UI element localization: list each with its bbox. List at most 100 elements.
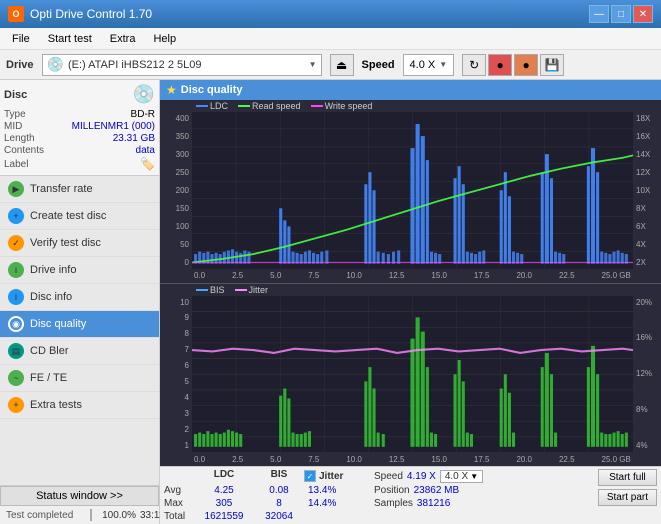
bis-avg: 0.08: [254, 485, 304, 496]
disc-button1[interactable]: ●: [488, 54, 512, 76]
nav-icon-disc-info: i: [8, 289, 24, 305]
progress-percentage: 100.0%: [96, 510, 136, 521]
total-label: Total: [164, 511, 194, 522]
speed-select[interactable]: 4.0 X ▼: [403, 54, 455, 76]
speed-stat-val: 4.19 X: [407, 471, 436, 482]
nav-create-test-disc[interactable]: + Create test disc: [0, 203, 159, 230]
legend-bis: BIS: [196, 285, 225, 295]
menu-bar: File Start test Extra Help: [0, 28, 661, 50]
nav-extra-tests[interactable]: + Extra tests: [0, 392, 159, 419]
status-text: Test completed: [6, 510, 86, 521]
chart-header-icon: ★: [166, 83, 177, 97]
speed-setting-select[interactable]: 4.0 X ▼: [440, 470, 483, 483]
speed-setting-val: 4.0 X: [445, 471, 468, 482]
status-window-button[interactable]: Status window >>: [0, 486, 159, 506]
maximize-button[interactable]: □: [611, 5, 631, 23]
menu-start-test[interactable]: Start test: [40, 31, 100, 47]
disc-button2[interactable]: ●: [514, 54, 538, 76]
nav-disc-info[interactable]: i Disc info: [0, 284, 159, 311]
drive-select[interactable]: 💿 (E:) ATAPI iHBS212 2 5L09 ▼: [42, 54, 322, 76]
stats-ldc-col: LDC 4.25 305 1621559: [194, 469, 254, 522]
nav-icon-transfer-rate: ▶: [8, 181, 24, 197]
ldc-total: 1621559: [194, 511, 254, 522]
minimize-button[interactable]: —: [589, 5, 609, 23]
disc-mid-label: MID: [4, 121, 59, 132]
bis-total: 32064: [254, 511, 304, 522]
drive-select-text: (E:) ATAPI iHBS212 2 5L09: [68, 59, 305, 71]
bottom-chart-canvas: [192, 296, 633, 453]
nav-label-disc-quality: Disc quality: [30, 318, 86, 330]
menu-file[interactable]: File: [4, 31, 38, 47]
refresh-button[interactable]: ↻: [462, 54, 486, 76]
bottom-chart-with-axes: 10 9 8 7 6 5 4 3 2 1: [160, 296, 661, 453]
nav-icon-verify-test-disc: ✓: [8, 235, 24, 251]
disc-type-label: Type: [4, 109, 59, 120]
disc-label-label: Label: [4, 159, 59, 170]
nav-drive-info[interactable]: i Drive info: [0, 257, 159, 284]
bottom-chart-section: BIS Jitter 10 9 8 7 6 5 4: [160, 284, 661, 467]
nav-label-cd-bler: CD Bler: [30, 345, 69, 357]
disc-contents-value: data: [136, 145, 155, 156]
top-chart-section: LDC Read speed Write speed 400 350 30: [160, 100, 661, 284]
nav-icon-create-test-disc: +: [8, 208, 24, 224]
jitter-max: 14.4%: [304, 498, 374, 509]
nav-label-create-test-disc: Create test disc: [30, 210, 106, 222]
disc-panel: Disc 💿 Type BD-R MID MILLENMR1 (000) Len…: [0, 80, 159, 176]
chart-header: ★ Disc quality: [160, 80, 661, 100]
nav-disc-quality[interactable]: ◉ Disc quality: [0, 311, 159, 338]
bis-max: 8: [254, 498, 304, 509]
nav-fe-te[interactable]: ~ FE / TE: [0, 365, 159, 392]
title-bar-left: O Opti Drive Control 1.70: [8, 6, 152, 22]
nav-icon-drive-info: i: [8, 262, 24, 278]
speed-stat-label: Speed: [374, 471, 403, 482]
app-title: Opti Drive Control 1.70: [30, 7, 152, 21]
sidebar: Disc 💿 Type BD-R MID MILLENMR1 (000) Len…: [0, 80, 160, 524]
menu-help[interactable]: Help: [145, 31, 184, 47]
jitter-header: Jitter: [319, 471, 343, 482]
disc-length-row: Length 23.31 GB: [4, 133, 155, 144]
bottom-chart-x-axis: 0.0 2.5 5.0 7.5 10.0 12.5 15.0 17.5 20.0…: [160, 452, 661, 466]
disc-header: Disc 💿: [4, 84, 155, 105]
stats-bis-col: BIS 0.08 8 32064: [254, 469, 304, 522]
close-button[interactable]: ✕: [633, 5, 653, 23]
jitter-avg: 13.4%: [304, 485, 374, 496]
nav-transfer-rate[interactable]: ▶ Transfer rate: [0, 176, 159, 203]
speed-label: Speed: [362, 59, 395, 71]
legend-bis-label: BIS: [210, 285, 225, 295]
top-chart-y-axis-left: 400 350 300 250 200 150 100 50 0: [160, 112, 192, 269]
disc-icon: 💿: [133, 84, 155, 105]
legend-jitter: Jitter: [235, 285, 269, 295]
disc-length-label: Length: [4, 133, 59, 144]
stats-labels-col: Avg Max Total: [164, 469, 194, 522]
nav-section: ▶ Transfer rate + Create test disc ✓ Ver…: [0, 176, 159, 485]
legend-write-speed: Write speed: [311, 101, 373, 111]
menu-extra[interactable]: Extra: [102, 31, 144, 47]
nav-verify-test-disc[interactable]: ✓ Verify test disc: [0, 230, 159, 257]
main-content: Disc 💿 Type BD-R MID MILLENMR1 (000) Len…: [0, 80, 661, 524]
stats-jitter-col: ✓ Jitter 13.4% 14.4%: [304, 469, 374, 511]
samples-label: Samples: [374, 498, 413, 509]
nav-icon-disc-quality: ◉: [8, 316, 24, 332]
nav-label-transfer-rate: Transfer rate: [30, 183, 93, 195]
bottom-chart-legend: BIS Jitter: [160, 284, 661, 296]
top-chart-legend: LDC Read speed Write speed: [160, 100, 661, 112]
disc-length-value: 23.31 GB: [113, 133, 155, 144]
jitter-checkbox[interactable]: ✓: [304, 470, 316, 482]
eject-button[interactable]: ⏏: [330, 54, 354, 76]
progress-area: Test completed 100.0% 33:11: [0, 506, 159, 524]
start-full-button[interactable]: Start full: [598, 469, 657, 486]
window-controls: — □ ✕: [589, 5, 653, 23]
nav-icon-extra-tests: +: [8, 397, 24, 413]
legend-ldc: LDC: [196, 101, 228, 111]
legend-jitter-label: Jitter: [249, 285, 269, 295]
status-bar-area: Status window >> Test completed 100.0% 3…: [0, 485, 159, 524]
disc-contents-label: Contents: [4, 145, 59, 156]
legend-read-speed: Read speed: [238, 101, 301, 111]
save-button[interactable]: 💾: [540, 54, 564, 76]
action-buttons: Start full Start part: [598, 469, 657, 506]
disc-label-icon: 🏷️: [140, 157, 155, 171]
nav-icon-fe-te: ~: [8, 370, 24, 386]
chart-header-title: Disc quality: [181, 84, 243, 96]
start-part-button[interactable]: Start part: [598, 489, 657, 506]
nav-cd-bler[interactable]: ▤ CD Bler: [0, 338, 159, 365]
